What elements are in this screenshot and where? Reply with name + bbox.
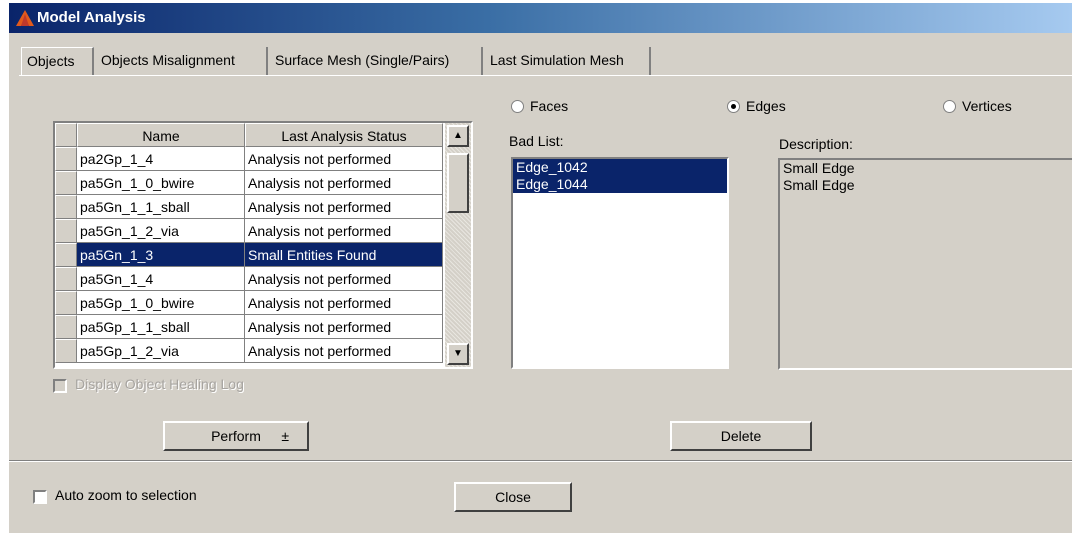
- row-name[interactable]: pa5Gp_1_2_via: [77, 339, 245, 363]
- perform-button-label: Perform: [211, 428, 261, 444]
- radio-vertices-label: Vertices: [962, 98, 1012, 114]
- radio-edges-label: Edges: [746, 98, 786, 114]
- radio-faces-label: Faces: [530, 98, 569, 114]
- tab-last-simulation-mesh[interactable]: Last Simulation Mesh: [485, 47, 651, 75]
- window-title: Model Analysis: [37, 9, 146, 26]
- description-box: Small Edge Small Edge: [778, 158, 1072, 370]
- row-header[interactable]: [55, 195, 77, 219]
- table-row[interactable]: pa5Gn_1_2_via Analysis not performed: [55, 219, 443, 243]
- table-header: Name Last Analysis Status: [55, 123, 443, 147]
- row-status[interactable]: Analysis not performed: [245, 147, 443, 171]
- model-analysis-window: Model Analysis Objects Objects Misalignm…: [8, 2, 1072, 533]
- table-row[interactable]: pa5Gn_1_1_sball Analysis not performed: [55, 195, 443, 219]
- app-logo-icon: [16, 10, 34, 26]
- row-status[interactable]: Analysis not performed: [245, 315, 443, 339]
- tab-objects-misalignment[interactable]: Objects Misalignment: [96, 47, 268, 75]
- row-header[interactable]: [55, 267, 77, 291]
- row-header[interactable]: [55, 147, 77, 171]
- row-name[interactable]: pa5Gp_1_0_bwire: [77, 291, 245, 315]
- row-header[interactable]: [55, 339, 77, 363]
- row-status[interactable]: Analysis not performed: [245, 267, 443, 291]
- auto-zoom-label: Auto zoom to selection: [55, 487, 197, 503]
- row-header[interactable]: [55, 219, 77, 243]
- table-row[interactable]: pa5Gn_1_4 Analysis not performed: [55, 267, 443, 291]
- row-header[interactable]: [55, 315, 77, 339]
- description-label: Description:: [779, 136, 853, 152]
- row-name[interactable]: pa5Gp_1_1_sball: [77, 315, 245, 339]
- scroll-up-arrow-icon[interactable]: ▲: [447, 125, 469, 147]
- column-header-status[interactable]: Last Analysis Status: [245, 123, 443, 147]
- radio-vertices-dot-icon[interactable]: [943, 100, 956, 113]
- row-header[interactable]: [55, 243, 77, 267]
- table-row-selected[interactable]: pa5Gn_1_3 Small Entities Found: [55, 243, 443, 267]
- footer-separator: [9, 460, 1072, 462]
- healing-log-checkbox[interactable]: [53, 379, 67, 393]
- row-name[interactable]: pa5Gn_1_2_via: [77, 219, 245, 243]
- row-status[interactable]: Analysis not performed: [245, 339, 443, 363]
- radio-vertices[interactable]: Vertices: [943, 96, 1012, 116]
- row-name[interactable]: pa5Gn_1_0_bwire: [77, 171, 245, 195]
- radio-faces[interactable]: Faces: [511, 96, 568, 116]
- row-name[interactable]: pa2Gp_1_4: [77, 147, 245, 171]
- bad-list-item[interactable]: Edge_1042: [513, 159, 727, 176]
- table-row[interactable]: pa2Gp_1_4 Analysis not performed: [55, 147, 443, 171]
- radio-edges-dot-icon[interactable]: [727, 100, 740, 113]
- row-header[interactable]: [55, 171, 77, 195]
- table-row[interactable]: pa5Gp_1_1_sball Analysis not performed: [55, 315, 443, 339]
- row-status[interactable]: Analysis not performed: [245, 291, 443, 315]
- bad-list-item[interactable]: Edge_1044: [513, 176, 727, 193]
- close-button-label: Close: [495, 489, 531, 505]
- radio-faces-dot-icon[interactable]: [511, 100, 524, 113]
- description-item: Small Edge: [783, 177, 855, 193]
- row-status[interactable]: Analysis not performed: [245, 219, 443, 243]
- tab-surface-mesh[interactable]: Surface Mesh (Single/Pairs): [270, 47, 483, 75]
- healing-log-label: Display Object Healing Log: [75, 376, 244, 392]
- row-status[interactable]: Analysis not performed: [245, 171, 443, 195]
- row-name[interactable]: pa5Gn_1_4: [77, 267, 245, 291]
- scroll-down-arrow-icon[interactable]: ▼: [447, 343, 469, 365]
- bad-list-label: Bad List:: [509, 133, 564, 149]
- row-status[interactable]: Small Entities Found: [245, 243, 443, 267]
- row-name[interactable]: pa5Gn_1_3: [77, 243, 245, 267]
- table-row[interactable]: pa5Gp_1_0_bwire Analysis not performed: [55, 291, 443, 315]
- column-header-name[interactable]: Name: [77, 123, 245, 147]
- objects-table: Name Last Analysis Status pa2Gp_1_4 Anal…: [53, 121, 473, 369]
- delete-button-label: Delete: [720, 428, 762, 444]
- perform-dropdown-icon[interactable]: ±: [281, 423, 289, 449]
- row-status[interactable]: Analysis not performed: [245, 195, 443, 219]
- table-row[interactable]: pa5Gp_1_2_via Analysis not performed: [55, 339, 443, 363]
- row-header[interactable]: [55, 291, 77, 315]
- description-item: Small Edge: [783, 160, 855, 176]
- perform-button[interactable]: Perform ±: [163, 421, 309, 451]
- corner-cell: [55, 123, 77, 147]
- bad-list-box[interactable]: Edge_1042 Edge_1044: [511, 157, 729, 369]
- table-row[interactable]: pa5Gn_1_0_bwire Analysis not performed: [55, 171, 443, 195]
- delete-button[interactable]: Delete: [670, 421, 812, 451]
- auto-zoom-checkbox[interactable]: [33, 490, 47, 504]
- title-bar[interactable]: Model Analysis: [9, 3, 1072, 33]
- scroll-thumb[interactable]: [447, 153, 469, 213]
- tab-objects[interactable]: Objects: [21, 47, 94, 75]
- table-vertical-scrollbar[interactable]: ▲ ▼: [445, 123, 471, 367]
- row-name[interactable]: pa5Gn_1_1_sball: [77, 195, 245, 219]
- close-button[interactable]: Close: [454, 482, 572, 512]
- objects-tab-panel: Name Last Analysis Status pa2Gp_1_4 Anal…: [19, 75, 1072, 465]
- radio-edges[interactable]: Edges: [727, 96, 786, 116]
